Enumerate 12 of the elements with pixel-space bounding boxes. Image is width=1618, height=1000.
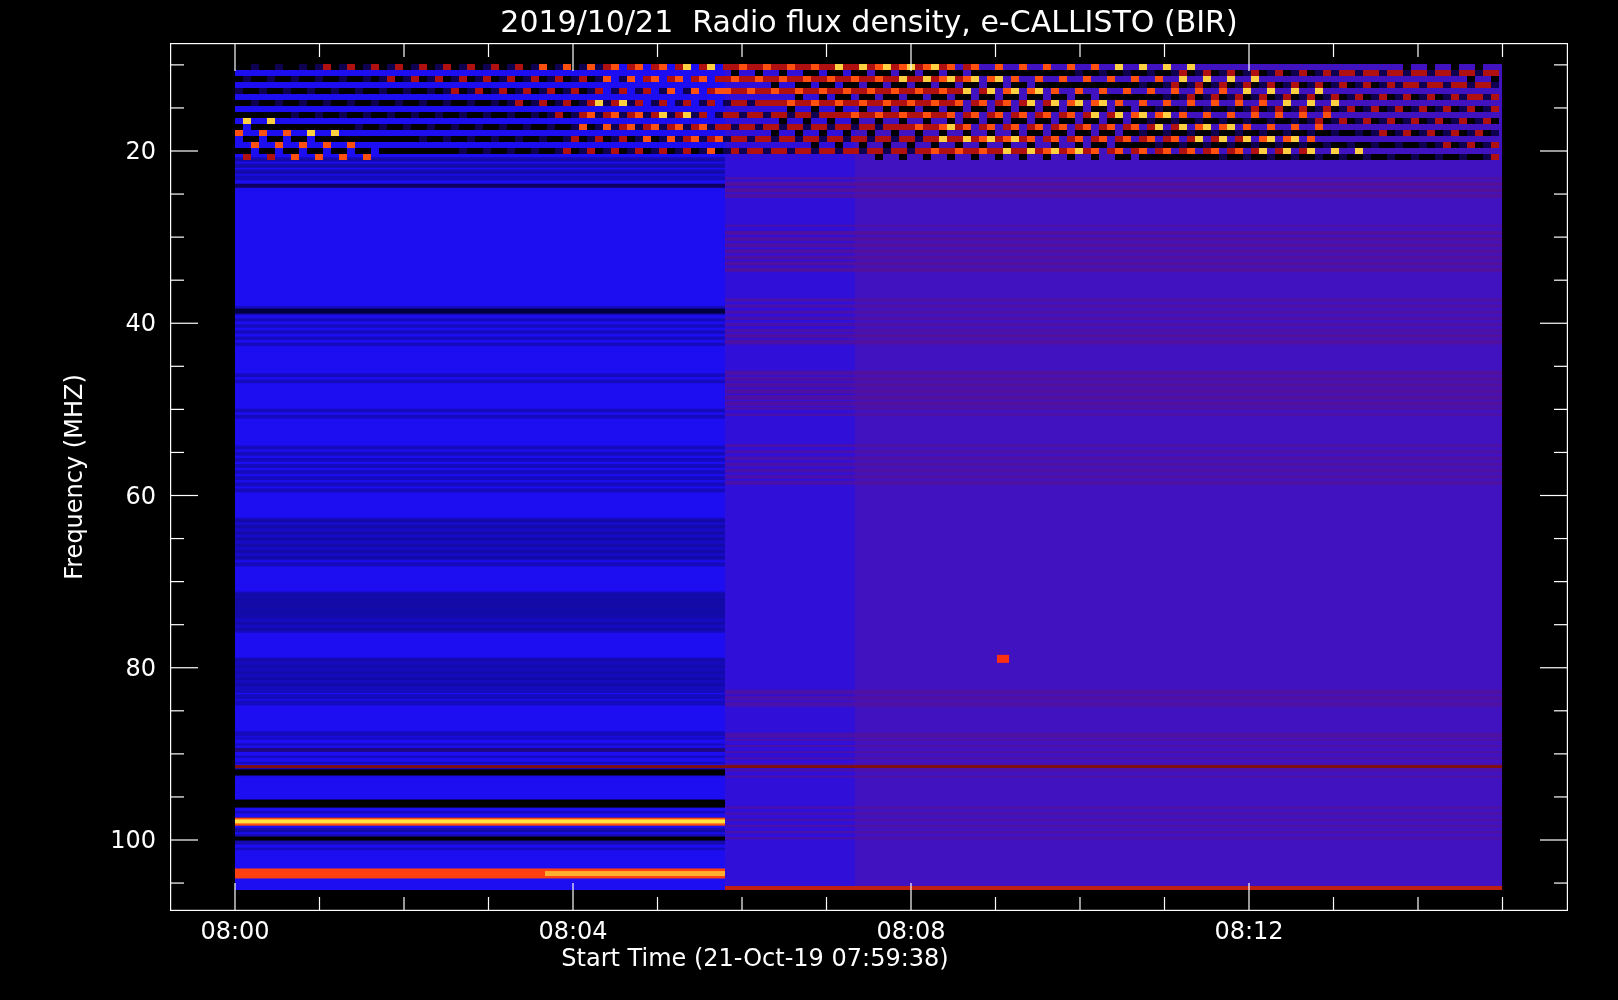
y-tick-label: 80 [125, 655, 156, 680]
x-tick-label: 08:04 [538, 919, 608, 943]
y-tick-label: 20 [125, 139, 156, 163]
x-tick-label: 08:12 [1214, 919, 1284, 943]
y-tick-label: 40 [125, 311, 156, 336]
y-tick-label: 100 [110, 828, 156, 852]
y-tick-label: 60 [125, 483, 156, 508]
x-tick-label: 08:00 [200, 919, 270, 943]
x-tick-label: 08:08 [876, 919, 946, 943]
y-axis-label: Frequency (MHZ) [60, 374, 88, 580]
x-axis-label: Start Time (21-Oct-19 07:59:38) [561, 945, 949, 972]
chart-title: 2019/10/21 Radio flux density, e-CALLISTO (BIR) [500, 6, 1238, 37]
